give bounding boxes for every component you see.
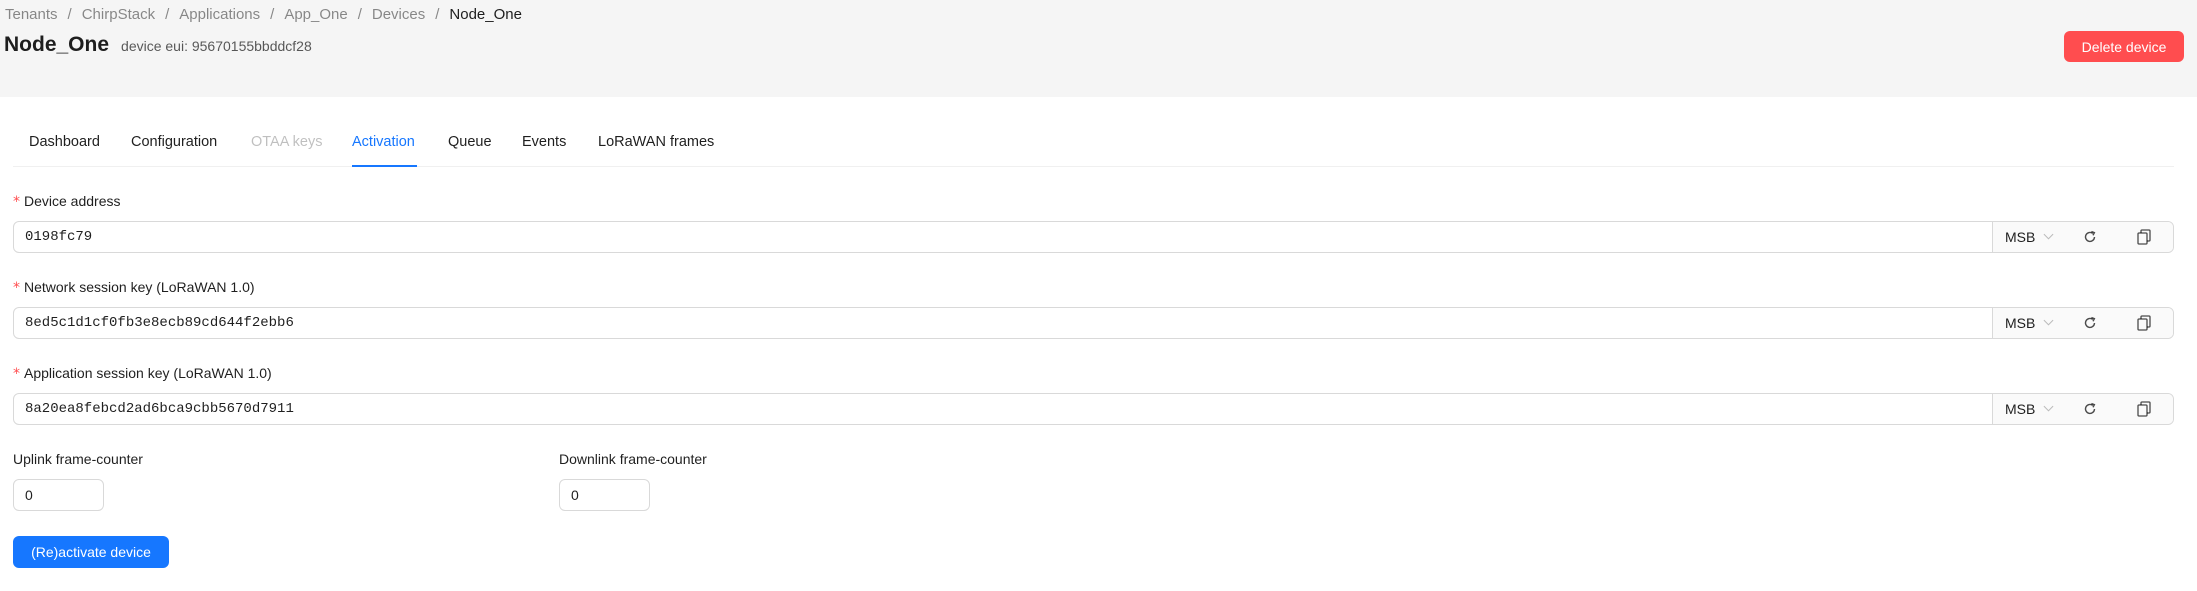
byte-order-select[interactable]: MSB	[2005, 315, 2054, 331]
nwk-s-key-input[interactable]	[14, 308, 1992, 338]
refresh-icon[interactable]	[2083, 230, 2097, 244]
app-s-key-label: * Application session key (LoRaWAN 1.0)	[13, 365, 272, 382]
downlink-fcnt-input[interactable]	[559, 479, 650, 511]
tab-activation[interactable]: Activation	[352, 134, 415, 150]
nwk-s-key-label-text: Network session key (LoRaWAN 1.0)	[24, 279, 255, 295]
chevron-down-icon	[2043, 401, 2054, 412]
device-address-addon: MSB	[1992, 222, 2173, 252]
refresh-icon[interactable]	[2083, 402, 2097, 416]
app-s-key-input[interactable]	[14, 394, 1992, 424]
breadcrumb-current: Node_One	[449, 6, 522, 23]
tab-lorawan-frames[interactable]: LoRaWAN frames	[598, 134, 714, 150]
delete-device-button[interactable]: Delete device	[2064, 31, 2184, 62]
required-mark: *	[13, 366, 20, 382]
breadcrumb: Tenants / ChirpStack / Applications / Ap…	[5, 6, 522, 23]
uplink-fcnt-label: Uplink frame-counter	[13, 451, 143, 467]
nwk-s-key-group: MSB	[13, 307, 2174, 339]
device-eui: device eui: 95670155bbddcf28	[121, 38, 312, 54]
app-s-key-label-text: Application session key (LoRaWAN 1.0)	[24, 365, 272, 381]
app-s-key-group: MSB	[13, 393, 2174, 425]
tab-events[interactable]: Events	[522, 134, 566, 150]
device-address-group: MSB	[13, 221, 2174, 253]
breadcrumb-separator: /	[435, 6, 440, 23]
title-row: Node_One device eui: 95670155bbddcf28	[4, 33, 312, 57]
byte-order-value: MSB	[2005, 315, 2036, 331]
breadcrumb-application[interactable]: App_One	[284, 6, 347, 23]
required-mark: *	[13, 194, 20, 210]
byte-order-select[interactable]: MSB	[2005, 401, 2054, 417]
breadcrumb-applications[interactable]: Applications	[179, 6, 260, 23]
refresh-icon[interactable]	[2083, 316, 2097, 330]
breadcrumb-tenants[interactable]: Tenants	[5, 6, 58, 23]
byte-order-select[interactable]: MSB	[2005, 229, 2054, 245]
breadcrumb-separator: /	[270, 6, 275, 23]
nwk-s-key-label: * Network session key (LoRaWAN 1.0)	[13, 279, 255, 296]
active-tab-indicator	[352, 165, 417, 167]
device-page: Tenants / ChirpStack / Applications / Ap…	[0, 0, 2197, 591]
downlink-fcnt-label: Downlink frame-counter	[559, 451, 707, 467]
breadcrumb-devices[interactable]: Devices	[372, 6, 425, 23]
device-address-input[interactable]	[14, 222, 1992, 252]
breadcrumb-separator: /	[357, 6, 362, 23]
device-address-label-text: Device address	[24, 193, 121, 209]
device-tabs: Dashboard Configuration OTAA keys Activa…	[13, 124, 2174, 167]
reactivate-device-button[interactable]: (Re)activate device	[13, 536, 169, 568]
copy-icon[interactable]	[2137, 229, 2151, 245]
breadcrumb-tenant[interactable]: ChirpStack	[82, 6, 155, 23]
page-title: Node_One	[4, 33, 110, 56]
tab-configuration[interactable]: Configuration	[131, 134, 217, 150]
byte-order-value: MSB	[2005, 401, 2036, 417]
app-s-key-addon: MSB	[1992, 394, 2173, 424]
device-address-label: * Device address	[13, 193, 121, 210]
nwk-s-key-addon: MSB	[1992, 308, 2173, 338]
copy-icon[interactable]	[2137, 315, 2151, 331]
tab-dashboard[interactable]: Dashboard	[29, 134, 100, 150]
byte-order-value: MSB	[2005, 229, 2036, 245]
required-mark: *	[13, 280, 20, 296]
breadcrumb-separator: /	[67, 6, 72, 23]
breadcrumb-separator: /	[165, 6, 170, 23]
uplink-fcnt-input[interactable]	[13, 479, 104, 511]
chevron-down-icon	[2043, 229, 2054, 240]
page-header: Tenants / ChirpStack / Applications / Ap…	[0, 0, 2197, 97]
tab-otaa-keys: OTAA keys	[251, 134, 323, 150]
copy-icon[interactable]	[2137, 401, 2151, 417]
chevron-down-icon	[2043, 315, 2054, 326]
tab-queue[interactable]: Queue	[448, 134, 492, 150]
